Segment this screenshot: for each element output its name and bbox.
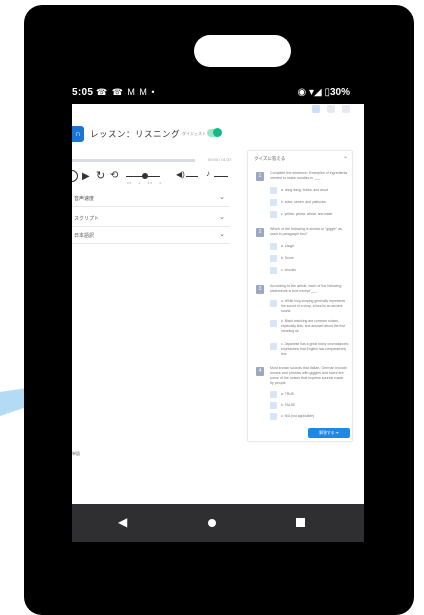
option-text[interactable]: a. While long slurping generally represe… [281,299,349,313]
speed-tick: 1.5 [147,181,152,185]
digest-toggle[interactable] [207,128,222,137]
home-icon[interactable] [208,519,216,527]
speed-ticks: 0.5 1 1.5 2 [127,181,161,185]
app-screen: ∩ レッスン：リスニング ダイジェスト 00:00 / 01:37 ▶ ↻ ⟲ … [72,104,364,504]
option-text[interactable]: a. TRUE [281,392,349,397]
status-time: 5:05 [72,87,94,98]
option-text[interactable]: b. soba, ramen, and yakisoba [281,200,349,205]
digest-toggle-label: ダイジェスト [182,131,206,136]
headphones-icon: ∩ [72,126,84,142]
camera-notch [194,35,291,67]
toggle-knob [213,128,222,137]
volume-icon[interactable]: ◀) [176,170,185,179]
quiz-title: クイズに答える [254,156,286,161]
option-checkbox[interactable] [270,413,277,420]
app-top-toolbar [72,104,364,116]
play-icon[interactable]: ▶ [82,170,90,184]
audio-time-readout: 00:00 / 01:37 [208,157,232,162]
player-controls: ▶ ↻ ⟲ 0.5 1 1.5 2 ◀) ♪ [72,168,232,186]
settings-icon[interactable] [327,105,335,113]
chevron-down-icon: ⌄ [219,194,225,201]
option-text[interactable]: a. dong dang, bricks, and wood [281,188,349,193]
option-checkbox[interactable] [270,343,277,350]
dropdown-label: スクリプト [74,216,100,222]
forward-icon[interactable]: ↻ [96,169,105,183]
speed-tick: 1 [138,181,141,185]
dropdown-script[interactable]: スクリプト ⌄ [72,211,229,227]
volume-slider[interactable] [186,176,198,177]
option-text[interactable]: c. N/A (not applicable) [281,414,349,419]
option-checkbox[interactable] [270,255,277,262]
question-text: Most known sounds that Italian, German i… [270,366,347,385]
submit-answer-button[interactable]: 解答する ➔ [308,428,350,438]
option-text[interactable]: a. Laugh [281,244,349,249]
option-checkbox[interactable] [270,320,277,327]
dropdown-label: 日本語訳 [74,233,95,239]
option-text[interactable]: c. chuckle [281,268,349,273]
expand-icon[interactable] [342,105,350,113]
option-checkbox[interactable] [270,391,277,398]
notification-icons: ☎ ☎ M M • [96,87,156,97]
question-text: According to the article, each of the fo… [270,284,342,293]
option-checkbox[interactable] [270,187,277,194]
question-text: Which of the following is similar to "gi… [270,227,342,236]
status-bar: 5:05 ☎ ☎ M M • ◉ ▾◢ ▯30% [72,84,350,102]
chevron-down-icon: ⌄ [219,231,225,238]
option-text[interactable]: c. yellow, yellow, wheat, and water [281,212,349,217]
option-text[interactable]: c. Japanese has a great many onomatopoei… [281,342,349,356]
question-text: Complete the sentence: Examples of ingre… [270,171,348,180]
quiz-panel: クイズに答える ⌄ 1 Complete the sentence: Examp… [247,150,353,442]
lesson-header: ∩ レッスン：リスニング ダイジェスト [72,120,242,150]
option-text[interactable]: b. Black watching are common noises, esp… [281,319,349,333]
option-checkbox[interactable] [270,243,277,250]
chevron-down-icon[interactable]: ⌄ [343,153,348,160]
back-icon[interactable]: ◀ [118,515,127,529]
speed-slider-handle[interactable] [142,173,148,179]
lesson-title: レッスン：リスニング [90,129,181,139]
option-checkbox[interactable] [270,211,277,218]
loop-icon[interactable]: ⟲ [110,169,118,183]
mic-icon[interactable]: ♪ [206,169,210,178]
vocabulary-label: 単語 [72,451,80,456]
recent-apps-icon[interactable] [296,518,305,527]
option-text[interactable]: b. Snore [281,256,349,261]
question-number-badge: 2 [256,228,264,237]
option-text[interactable]: b. FALSE [281,403,349,408]
dropdown-translation[interactable]: 日本語訳 ⌄ [72,228,229,244]
audio-progress-bar[interactable] [72,159,195,162]
speed-tick: 0.5 [127,181,132,185]
mic-slider[interactable] [214,176,228,177]
replay-icon[interactable] [72,170,78,182]
speed-tick: 2 [159,181,161,185]
question-number-badge: 1 [256,172,264,181]
option-checkbox[interactable] [270,402,277,409]
question-number-badge: 4 [256,367,264,376]
dropdown-audio-speed[interactable]: 音声速度 ⌄ [72,191,229,207]
option-checkbox[interactable] [270,267,277,274]
android-nav-bar: ◀ [72,504,364,542]
chevron-down-icon: ⌄ [219,214,225,221]
option-checkbox[interactable] [270,199,277,206]
dropdown-label: 音声速度 [74,196,95,202]
grid-icon[interactable] [312,105,320,113]
battery-signal-indicator: ◉ ▾◢ ▯30% [297,87,350,98]
option-checkbox[interactable] [270,300,277,307]
question-number-badge: 3 [256,285,264,294]
